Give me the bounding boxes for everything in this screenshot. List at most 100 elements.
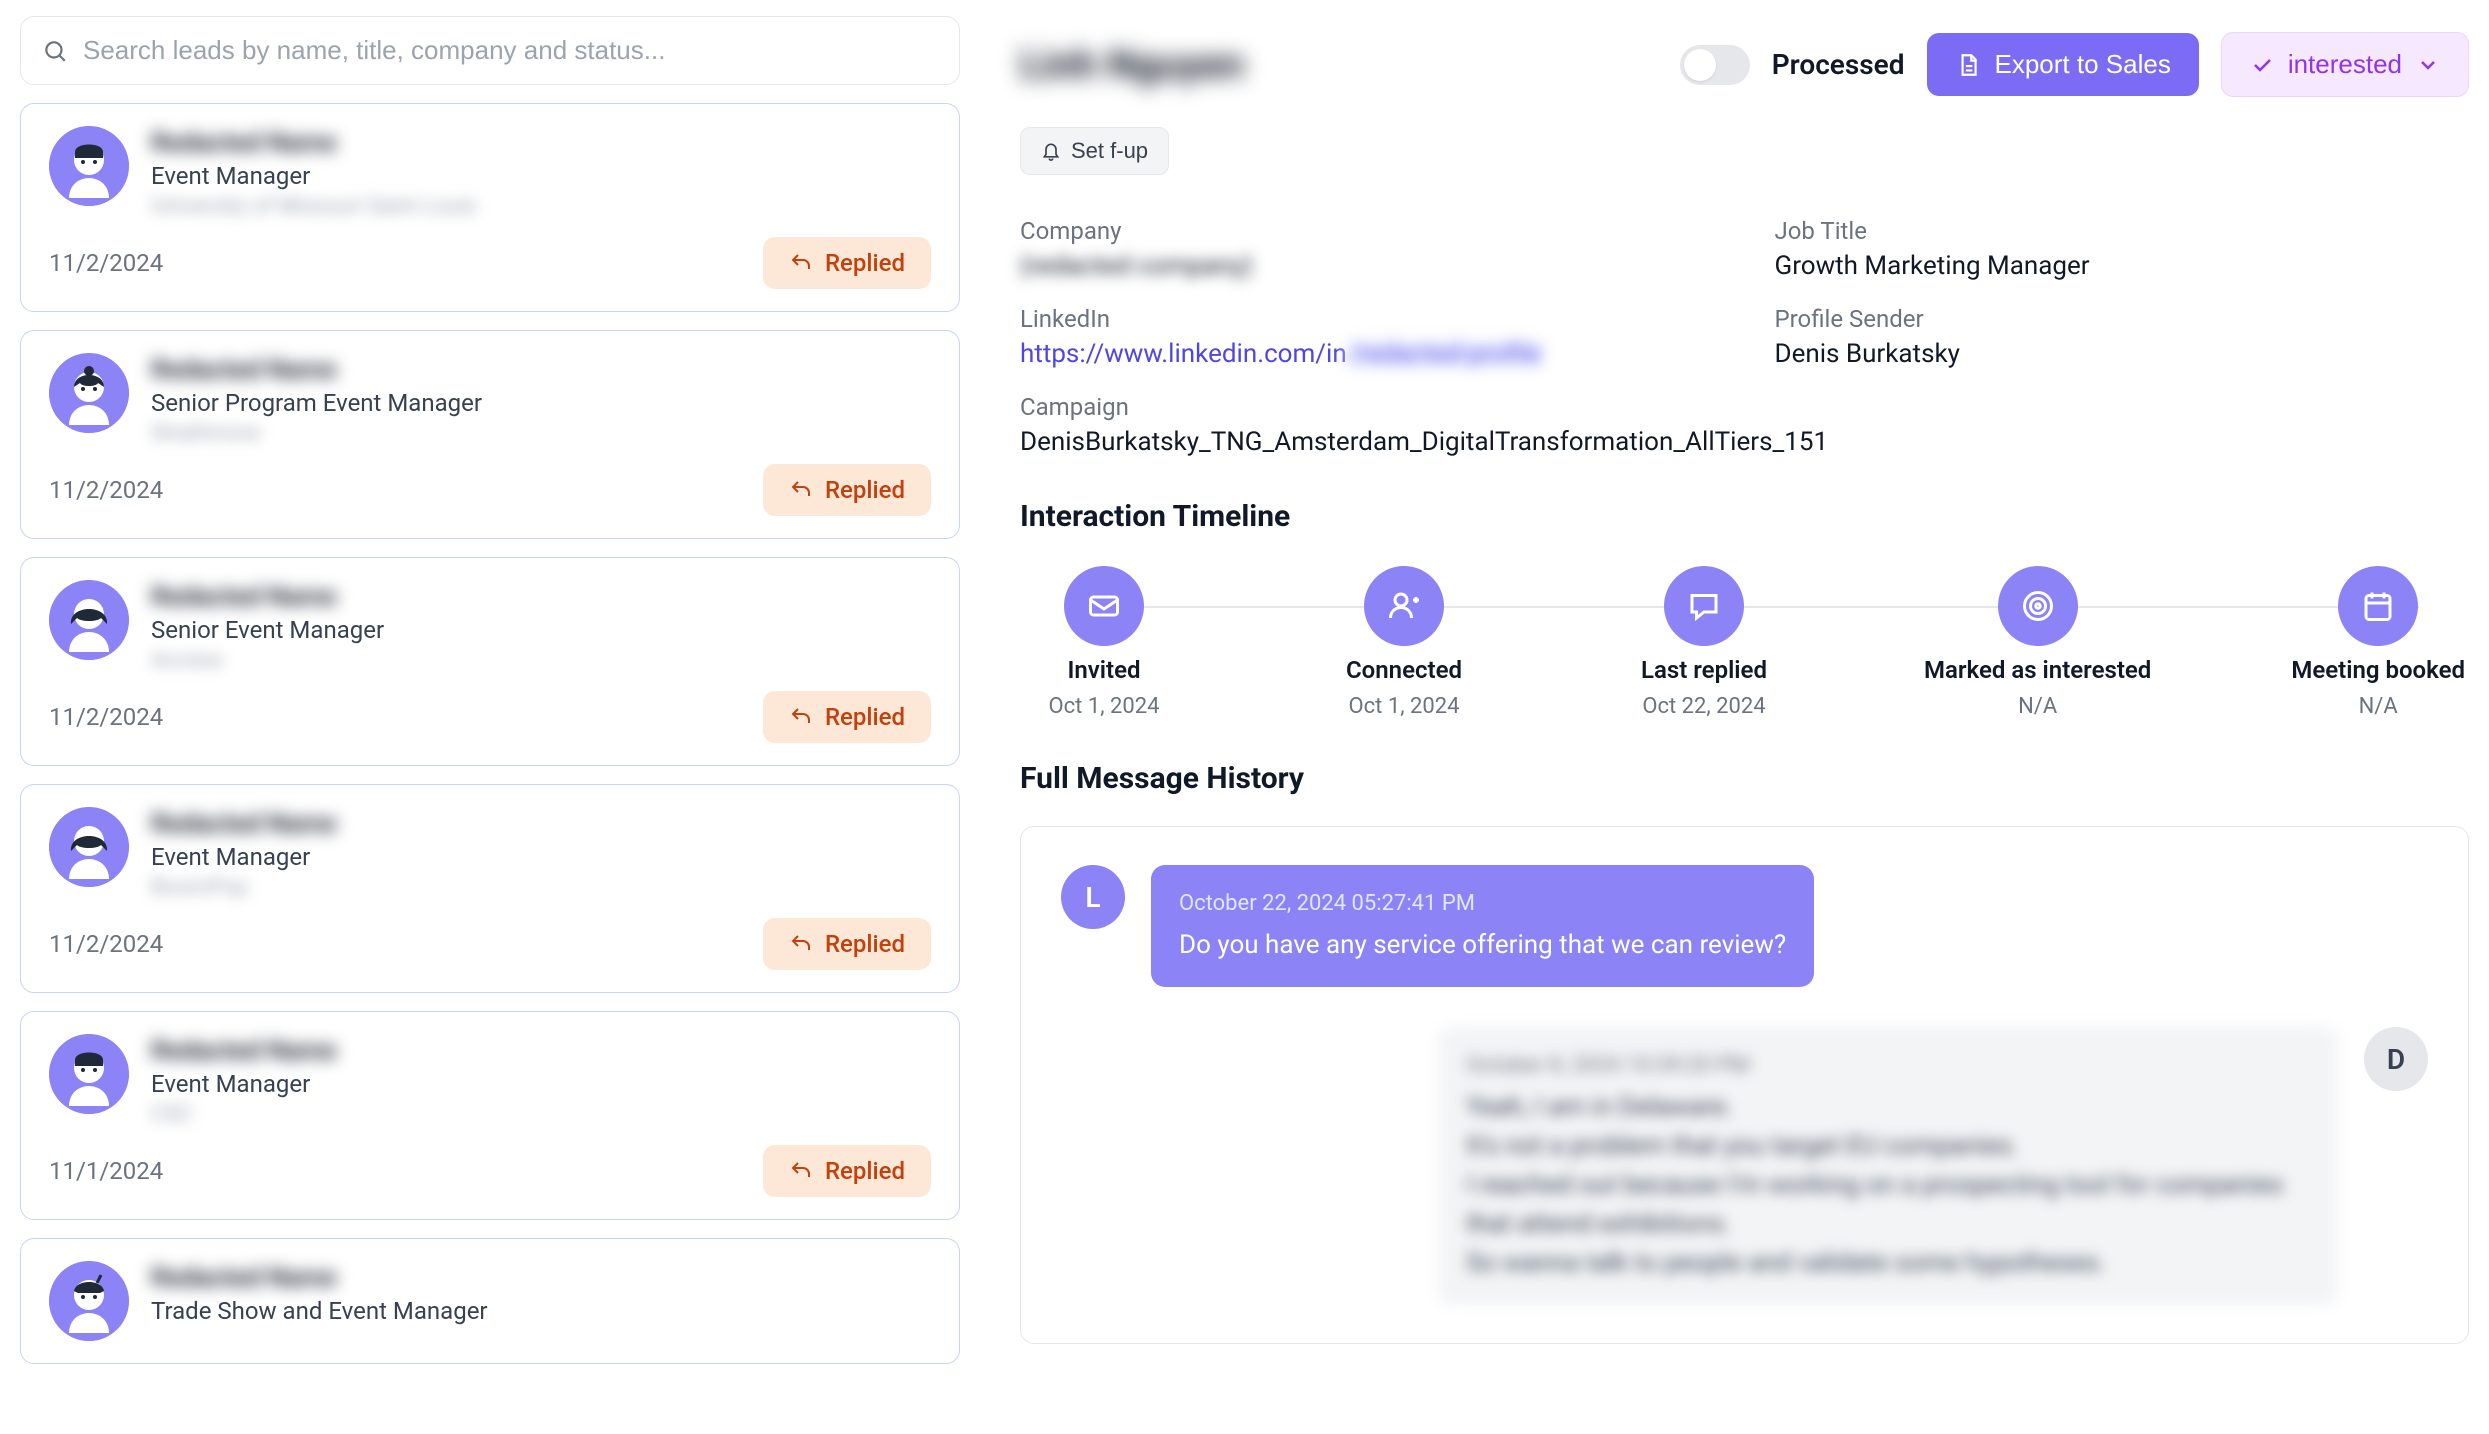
lead-company: Strathmore (151, 421, 482, 446)
lead-bottom: 11/2/2024 Replied (49, 460, 931, 516)
lead-card[interactable]: Redacted Name Senior Event Manager Acces… (20, 557, 960, 766)
lead-top: Redacted Name Event Manager BoomPop (49, 807, 931, 900)
lead-date: 11/2/2024 (49, 476, 163, 504)
lead-card[interactable]: Redacted Name Event Manager University o… (20, 103, 960, 312)
timeline-step-date: N/A (2359, 694, 2398, 719)
lead-info: Redacted Name Trade Show and Event Manag… (151, 1261, 488, 1325)
avatar (49, 126, 129, 206)
lead-date: 11/2/2024 (49, 703, 163, 731)
app-root: Redacted Name Event Manager University o… (0, 0, 2489, 1434)
company-label: Company (1020, 217, 1715, 245)
lead-title: Event Manager (151, 162, 476, 190)
lead-info: Redacted Name Event Manager CSC (151, 1034, 336, 1127)
toggle-knob (1684, 49, 1716, 81)
lead-name: Redacted Name (151, 582, 384, 612)
field-jobtitle: Job Title Growth Marketing Manager (1775, 217, 2470, 281)
status-badge: Replied (763, 464, 931, 516)
calendar-icon (2338, 566, 2418, 646)
avatar (49, 1261, 129, 1341)
campaign-value: DenisBurkatsky_TNG_Amsterdam_DigitalTran… (1020, 427, 2469, 457)
field-sender: Profile Sender Denis Burkatsky (1775, 305, 2470, 369)
sender-value: Denis Burkatsky (1775, 339, 2470, 369)
check-icon (2250, 53, 2274, 77)
status-text: Replied (825, 249, 905, 277)
leads-panel: Redacted Name Event Manager University o… (20, 16, 960, 1418)
message-row: October 8, 2024 10:39:20 PM Yeah, I am i… (1061, 1027, 2428, 1305)
message-row: L October 22, 2024 05:27:41 PM Do you ha… (1061, 865, 2428, 987)
detail-header: Linh Nguyen Processed Export to Sales in… (1020, 32, 2469, 97)
lead-title: Senior Event Manager (151, 616, 384, 644)
field-linkedin: LinkedIn https://www.linkedin.com/in/red… (1020, 305, 1715, 369)
mail-icon (1064, 566, 1144, 646)
search-input[interactable] (20, 16, 960, 85)
lead-name: Redacted Name (151, 1263, 488, 1293)
processed-label: Processed (1772, 48, 1905, 81)
reply-icon (789, 478, 813, 502)
message-history: L October 22, 2024 05:27:41 PM Do you ha… (1020, 826, 2469, 1344)
field-company: Company (redacted company) (1020, 217, 1715, 281)
avatar (49, 580, 129, 660)
user-plus-icon (1364, 566, 1444, 646)
lead-company: BoomPop (151, 875, 336, 900)
avatar (49, 1034, 129, 1114)
message-bubble: October 22, 2024 05:27:41 PM Do you have… (1151, 865, 1814, 987)
avatar (49, 353, 129, 433)
timeline-step: Connected Oct 1, 2024 (1324, 566, 1484, 719)
lead-info: Redacted Name Senior Program Event Manag… (151, 353, 482, 446)
message-timestamp: October 8, 2024 10:39:20 PM (1466, 1049, 2310, 1082)
timeline-step-label: Invited (1067, 656, 1140, 684)
export-to-sales-button[interactable]: Export to Sales (1927, 33, 2199, 96)
lead-date: 11/2/2024 (49, 930, 163, 958)
processed-toggle[interactable] (1680, 45, 1750, 85)
message-timestamp: October 22, 2024 05:27:41 PM (1179, 887, 1786, 920)
export-label: Export to Sales (1995, 49, 2171, 80)
interest-dropdown[interactable]: interested (2221, 32, 2469, 97)
interest-label: interested (2288, 49, 2402, 80)
sender-avatar: D (2364, 1027, 2428, 1091)
timeline-step-label: Last replied (1641, 656, 1767, 684)
timeline-step: Marked as interested N/A (1924, 566, 2151, 719)
lead-bottom: 11/2/2024 Replied (49, 687, 931, 743)
status-badge: Replied (763, 918, 931, 970)
company-value: (redacted company) (1020, 251, 1715, 281)
lead-name: Redacted Name (151, 1036, 336, 1066)
timeline-step: Last replied Oct 22, 2024 (1624, 566, 1784, 719)
lead-company: University of Missouri Saint Louis (151, 194, 476, 219)
reply-icon (789, 1159, 813, 1183)
lead-company: CSC (151, 1102, 336, 1127)
jobtitle-value: Growth Marketing Manager (1775, 251, 2470, 281)
search-icon (42, 38, 68, 64)
lead-info: Redacted Name Event Manager BoomPop (151, 807, 336, 900)
lead-card[interactable]: Redacted Name Trade Show and Event Manag… (20, 1238, 960, 1364)
lead-name: Redacted Name (151, 809, 336, 839)
linkedin-link[interactable]: https://www.linkedin.com/in/redacted-pro… (1020, 339, 1715, 369)
campaign-label: Campaign (1020, 393, 2469, 421)
lead-top: Redacted Name Event Manager CSC (49, 1034, 931, 1127)
linkedin-prefix: https://www.linkedin.com/in (1020, 339, 1347, 369)
lead-card[interactable]: Redacted Name Event Manager BoomPop 11/2… (20, 784, 960, 993)
status-badge: Replied (763, 1145, 931, 1197)
jobtitle-label: Job Title (1775, 217, 2470, 245)
lead-card[interactable]: Redacted Name Senior Program Event Manag… (20, 330, 960, 539)
linkedin-label: LinkedIn (1020, 305, 1715, 333)
lead-title: Event Manager (151, 843, 336, 871)
linkedin-suffix: /redacted-profile (1347, 339, 1543, 369)
chat-icon (1664, 566, 1744, 646)
lead-title: Event Manager (151, 1070, 336, 1098)
reply-icon (789, 251, 813, 275)
sender-label: Profile Sender (1775, 305, 2470, 333)
status-text: Replied (825, 703, 905, 731)
status-badge: Replied (763, 691, 931, 743)
message-text: Do you have any service offering that we… (1179, 926, 1786, 965)
lead-bottom: 11/2/2024 Replied (49, 233, 931, 289)
lead-top: Redacted Name Senior Program Event Manag… (49, 353, 931, 446)
lead-card[interactable]: Redacted Name Event Manager CSC 11/1/202… (20, 1011, 960, 1220)
avatar (49, 807, 129, 887)
chevron-down-icon (2416, 53, 2440, 77)
lead-bottom: 11/2/2024 Replied (49, 914, 931, 970)
followup-label: Set f-up (1071, 138, 1148, 164)
set-followup-button[interactable]: Set f-up (1020, 127, 1169, 175)
timeline-title: Interaction Timeline (1020, 499, 2469, 534)
timeline: Invited Oct 1, 2024 Connected Oct 1, 202… (1020, 566, 2469, 719)
detail-panel: Linh Nguyen Processed Export to Sales in… (1020, 16, 2469, 1418)
